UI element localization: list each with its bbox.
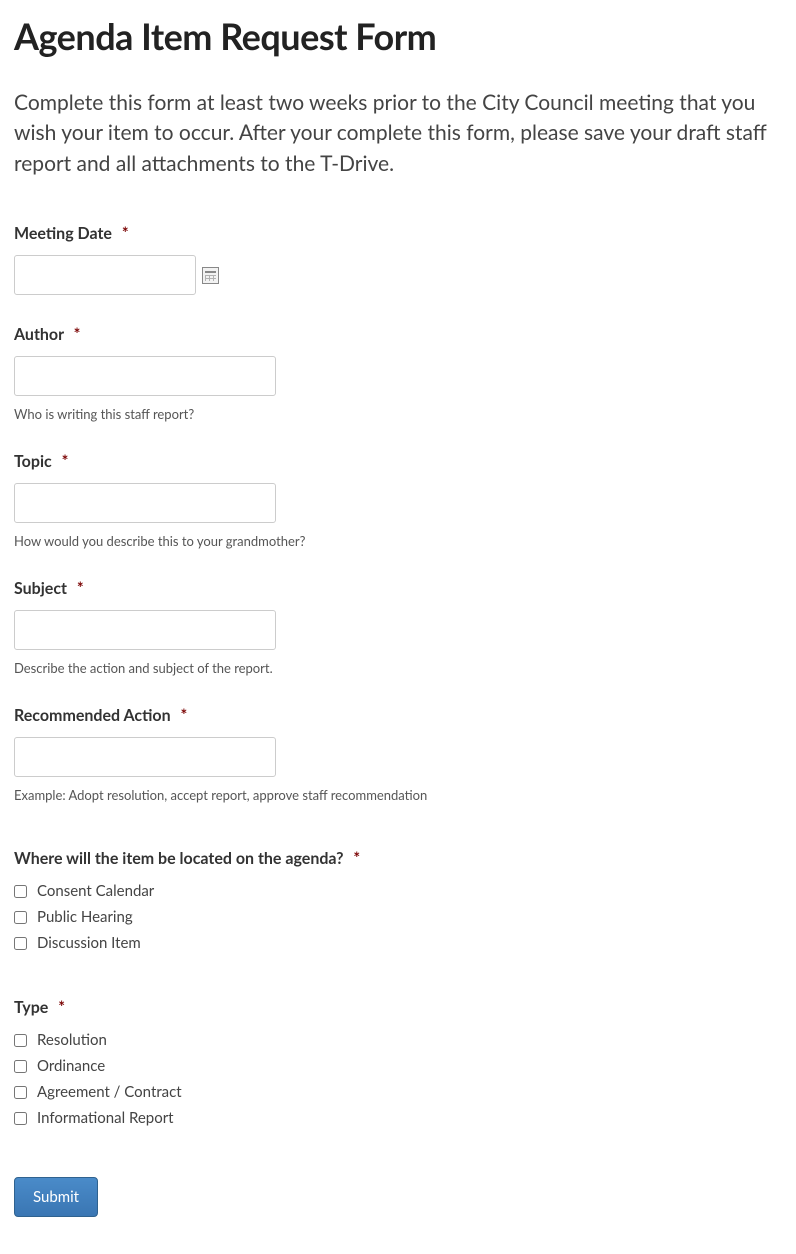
required-marker: * (58, 998, 65, 1017)
type-option-label: Resolution (37, 1031, 107, 1049)
type-checkbox-resolution[interactable] (14, 1034, 27, 1047)
field-recommended-action: Recommended Action * Example: Adopt reso… (14, 706, 782, 803)
location-checkbox-public-hearing[interactable] (14, 911, 27, 924)
required-marker: * (74, 325, 81, 344)
submit-button[interactable]: Submit (14, 1177, 98, 1217)
calendar-icon[interactable] (202, 267, 219, 284)
author-helper: Who is writing this staff report? (14, 406, 782, 422)
location-option-discussion-item[interactable]: Discussion Item (14, 934, 782, 952)
field-type: Type * Resolution Ordinance Agreement / … (14, 998, 782, 1127)
field-meeting-date: Meeting Date * (14, 224, 782, 295)
location-option-consent-calendar[interactable]: Consent Calendar (14, 882, 782, 900)
type-checkbox-ordinance[interactable] (14, 1060, 27, 1073)
required-marker: * (62, 452, 69, 471)
type-option-ordinance[interactable]: Ordinance (14, 1057, 782, 1075)
subject-label-row: Subject * (14, 579, 782, 598)
meeting-date-label: Meeting Date (14, 224, 112, 243)
type-option-agreement-contract[interactable]: Agreement / Contract (14, 1083, 782, 1101)
location-option-label: Discussion Item (37, 934, 141, 952)
location-option-label: Public Hearing (37, 908, 133, 926)
topic-helper: How would you describe this to your gran… (14, 533, 782, 549)
recommended-action-label: Recommended Action (14, 706, 171, 725)
author-label-row: Author * (14, 325, 782, 344)
topic-label: Topic (14, 452, 52, 471)
subject-input[interactable] (14, 610, 276, 650)
recommended-action-input[interactable] (14, 737, 276, 777)
subject-label: Subject (14, 579, 67, 598)
field-subject: Subject * Describe the action and subjec… (14, 579, 782, 676)
subject-helper: Describe the action and subject of the r… (14, 660, 782, 676)
recommended-action-helper: Example: Adopt resolution, accept report… (14, 787, 782, 803)
location-option-label: Consent Calendar (37, 882, 154, 900)
type-option-label: Ordinance (37, 1057, 105, 1075)
recommended-action-label-row: Recommended Action * (14, 706, 782, 725)
required-marker: * (181, 706, 188, 725)
type-option-label: Informational Report (37, 1109, 174, 1127)
form-description: Complete this form at least two weeks pr… (14, 88, 782, 179)
required-marker: * (122, 224, 129, 243)
location-label: Where will the item be located on the ag… (14, 849, 344, 868)
topic-input[interactable] (14, 483, 276, 523)
location-checkbox-consent-calendar[interactable] (14, 885, 27, 898)
type-checkbox-informational-report[interactable] (14, 1112, 27, 1125)
topic-label-row: Topic * (14, 452, 782, 471)
location-checkbox-discussion-item[interactable] (14, 937, 27, 950)
field-location: Where will the item be located on the ag… (14, 849, 782, 952)
location-label-row: Where will the item be located on the ag… (14, 849, 782, 868)
type-option-resolution[interactable]: Resolution (14, 1031, 782, 1049)
type-label: Type (14, 998, 48, 1017)
type-label-row: Type * (14, 998, 782, 1017)
type-option-informational-report[interactable]: Informational Report (14, 1109, 782, 1127)
field-topic: Topic * How would you describe this to y… (14, 452, 782, 549)
field-author: Author * Who is writing this staff repor… (14, 325, 782, 422)
required-marker: * (77, 579, 84, 598)
author-label: Author (14, 325, 64, 344)
meeting-date-input[interactable] (14, 255, 196, 295)
required-marker: * (353, 849, 360, 868)
type-checkbox-agreement-contract[interactable] (14, 1086, 27, 1099)
page-title: Agenda Item Request Form (14, 14, 782, 58)
type-option-label: Agreement / Contract (37, 1083, 182, 1101)
location-option-public-hearing[interactable]: Public Hearing (14, 908, 782, 926)
meeting-date-label-row: Meeting Date * (14, 224, 782, 243)
author-input[interactable] (14, 356, 276, 396)
